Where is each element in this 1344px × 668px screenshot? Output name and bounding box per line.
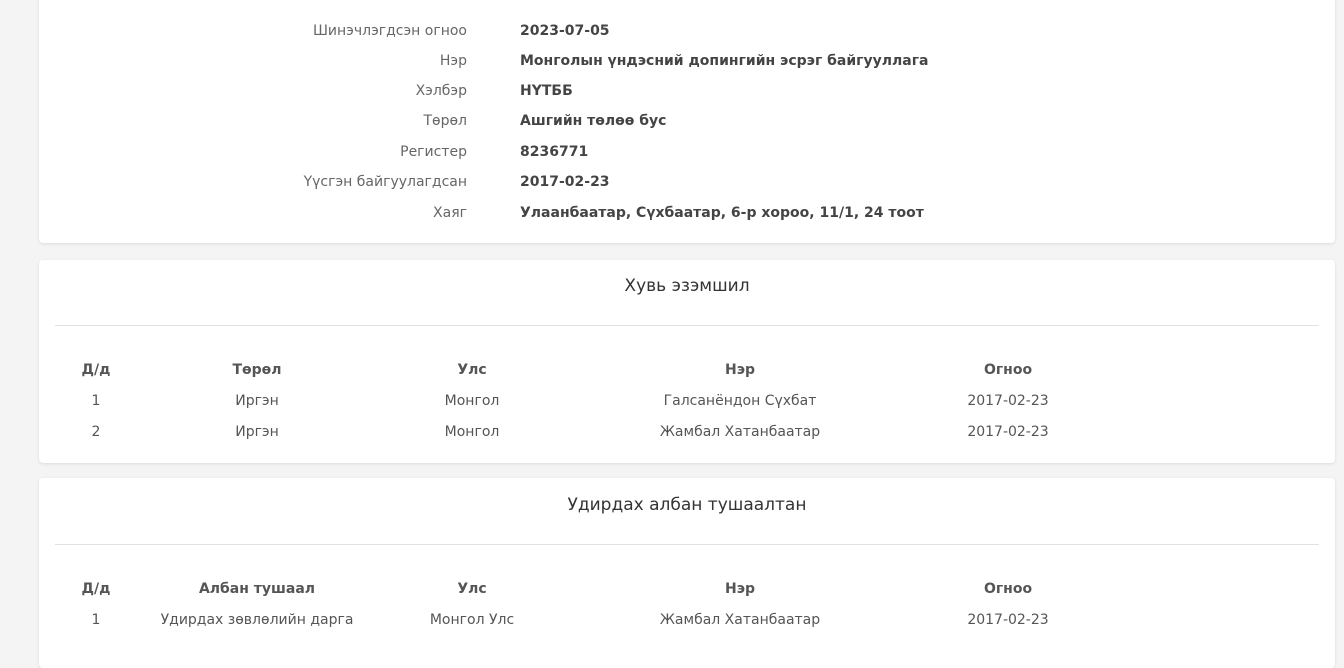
divider (55, 325, 1319, 326)
cell-name: Галсанёндон Сүхбат (663, 393, 817, 409)
header-date: Огноо (983, 362, 1033, 378)
cell-index: 2 (91, 424, 101, 440)
cell-date: 2017-02-23 (967, 393, 1049, 409)
info-value: Улаанбаатар, Сүхбаатар, 6-р хороо, 11/1,… (520, 205, 924, 221)
info-value: НҮТББ (520, 83, 573, 99)
info-row-name: Нэр Монголын үндэсний допингийн эсрэг ба… (39, 53, 1335, 73)
cell-country: Монгол Улс (429, 612, 515, 628)
info-row-address: Хаяг Улаанбаатар, Сүхбаатар, 6-р хороо, … (39, 205, 1335, 225)
header-position: Албан тушаал (198, 581, 316, 597)
header-index: Д/д (81, 581, 111, 597)
info-label: Шинэчлэгдсэн огноо (312, 23, 467, 39)
cell-country: Монгол (444, 393, 500, 409)
info-value: 2023-07-05 (520, 23, 610, 39)
cell-index: 1 (91, 393, 101, 409)
cell-position: Удирдах зөвлөлийн дарга (160, 612, 354, 628)
cell-name: Жамбал Хатанбаатар (659, 424, 821, 440)
info-value: Ашгийн төлөө бус (520, 113, 667, 129)
info-row-form: Хэлбэр НҮТББ (39, 83, 1335, 103)
info-row-type: Төрөл Ашгийн төлөө бус (39, 113, 1335, 133)
info-label: Регистер (400, 144, 467, 160)
info-label: Хаяг (433, 205, 467, 221)
header-country: Улс (457, 581, 487, 597)
cell-date: 2017-02-23 (967, 612, 1049, 628)
info-label: Нэр (439, 53, 467, 69)
header-index: Д/д (81, 362, 111, 378)
cell-country: Монгол (444, 424, 500, 440)
info-row-founded: Үүсгэн байгуулагдсан 2017-02-23 (39, 174, 1335, 194)
header-name: Нэр (724, 581, 756, 597)
info-label: Төрөл (423, 113, 467, 129)
cell-type: Иргэн (235, 424, 279, 440)
officials-card: Удирдах албан тушаалтан Д/д Албан тушаал… (39, 478, 1335, 668)
cell-type: Иргэн (235, 393, 279, 409)
organization-info-card: Шинэчлэгдсэн огноо 2023-07-05 Нэр Монгол… (39, 0, 1335, 243)
cell-date: 2017-02-23 (967, 424, 1049, 440)
header-country: Улс (457, 362, 487, 378)
officials-title: Удирдах албан тушаалтан (567, 495, 807, 515)
info-value: 8236771 (520, 144, 589, 160)
header-name: Нэр (724, 362, 756, 378)
info-row-register: Регистер 8236771 (39, 144, 1335, 164)
header-type: Төрөл (232, 362, 282, 378)
cell-name: Жамбал Хатанбаатар (659, 612, 821, 628)
info-value: 2017-02-23 (520, 174, 610, 190)
cell-index: 1 (91, 612, 101, 628)
info-row-updated: Шинэчлэгдсэн огноо 2023-07-05 (39, 23, 1335, 43)
header-date: Огноо (983, 581, 1033, 597)
divider (55, 544, 1319, 545)
info-value: Монголын үндэсний допингийн эсрэг байгуу… (520, 53, 929, 69)
ownership-title: Хувь эзэмшил (624, 276, 750, 296)
ownership-card: Хувь эзэмшил Д/д Төрөл Улс Нэр Огноо 1 И… (39, 260, 1335, 463)
info-label: Үүсгэн байгуулагдсан (303, 174, 467, 190)
info-label: Хэлбэр (415, 83, 467, 99)
